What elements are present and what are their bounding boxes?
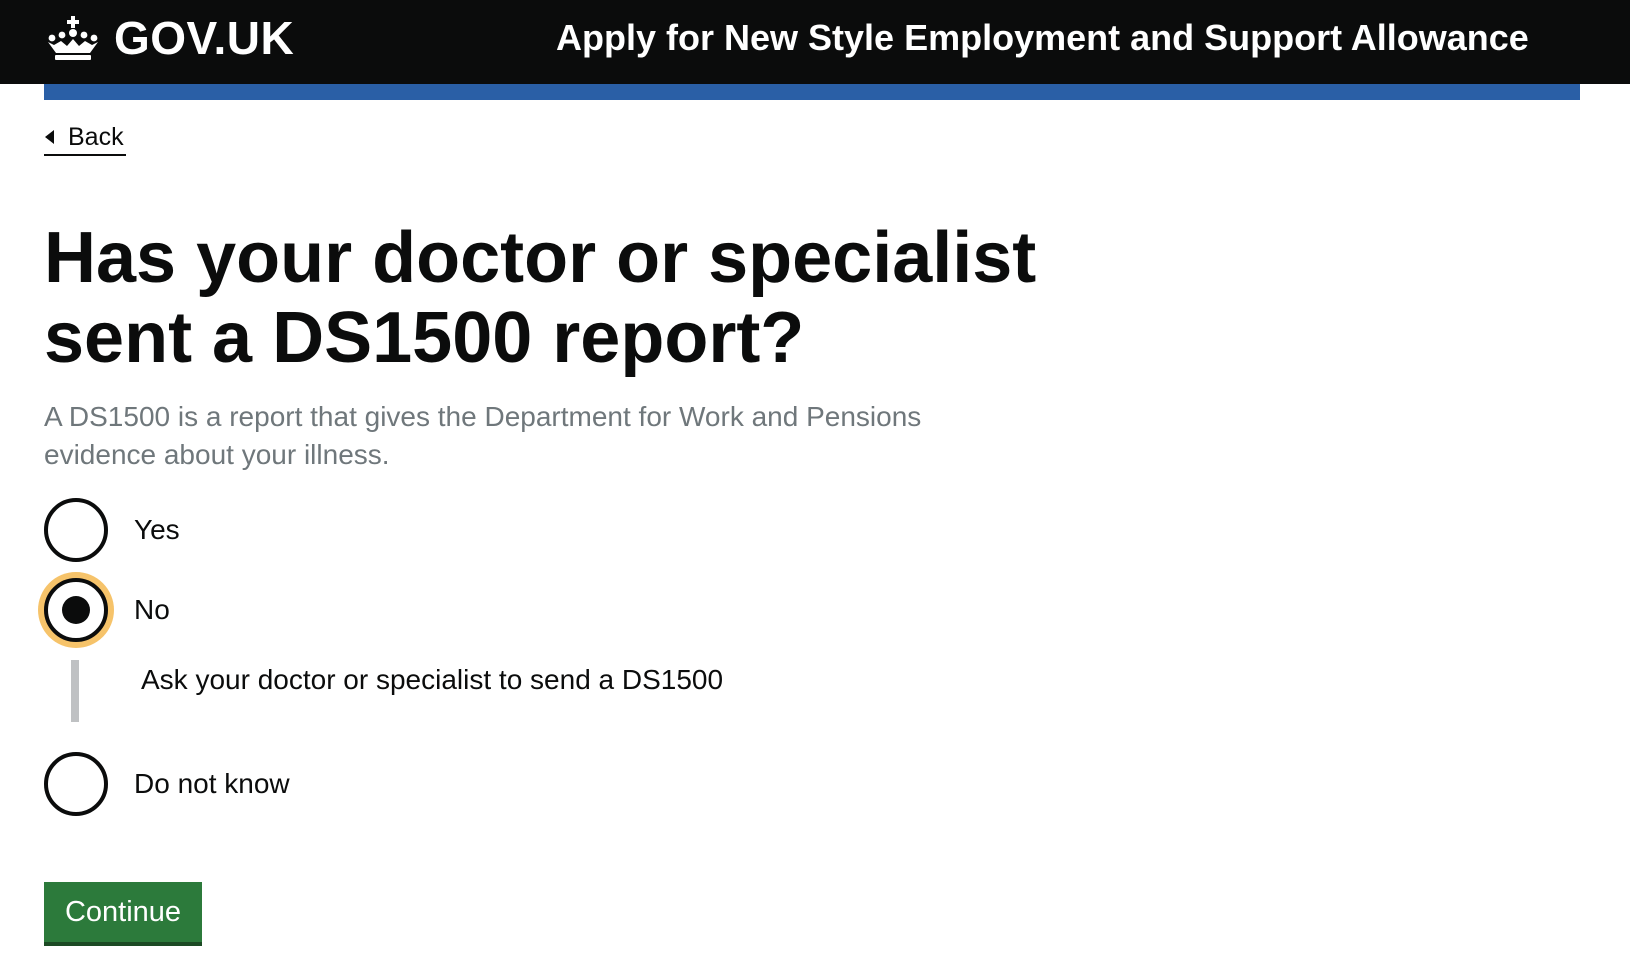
govuk-logo-link[interactable]: GOV.UK [44, 12, 294, 64]
service-name-link[interactable]: Apply for New Style Employment and Suppo… [556, 14, 1529, 62]
page-title: Has your doctor or specialist sent a DS1… [44, 218, 1037, 378]
conditional-message: Ask your doctor or specialist to send a … [141, 664, 724, 695]
radio-option-yes[interactable]: Yes [44, 498, 180, 562]
conditional-reveal: Ask your doctor or specialist to send a … [71, 660, 971, 722]
continue-button[interactable]: Continue [44, 882, 202, 942]
crown-icon [48, 16, 98, 60]
radio-label-yes: Yes [134, 514, 180, 545]
radio-option-do-not-know[interactable]: Do not know [44, 752, 290, 816]
radio-label-do-not-know: Do not know [134, 768, 290, 799]
radio-label-no: No [134, 594, 170, 625]
radio-option-no[interactable]: No [44, 578, 170, 642]
radio-button-do-not-know[interactable] [44, 752, 108, 816]
logo-text: GOV.UK [114, 12, 295, 64]
site-header: GOV.UK Apply for New Style Employment an… [0, 0, 1630, 84]
radio-button-yes[interactable] [44, 498, 108, 562]
header-blue-bar [44, 84, 1580, 100]
radio-button-no[interactable] [44, 578, 108, 642]
chevron-left-icon [45, 130, 54, 144]
back-link-label: Back [68, 123, 124, 151]
back-link[interactable]: Back [44, 120, 126, 156]
question-hint: A DS1500 is a report that gives the Depa… [44, 401, 922, 470]
